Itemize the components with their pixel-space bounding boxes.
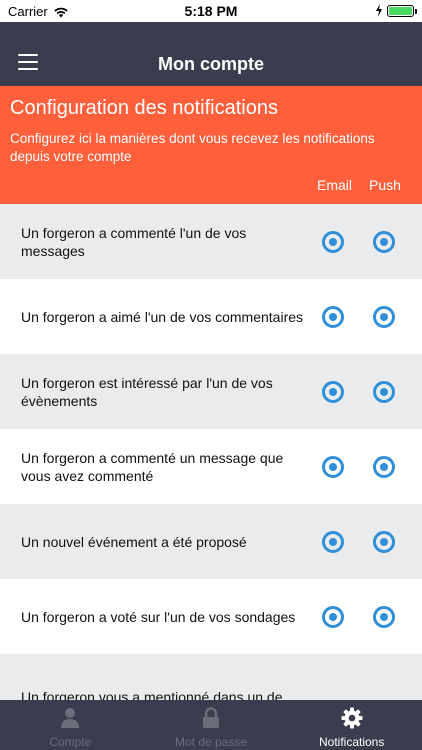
email-toggle-radio[interactable] xyxy=(322,455,344,478)
push-toggle-radio[interactable] xyxy=(373,455,395,478)
notification-settings-list[interactable]: Un forgeron a commenté l'un de vos messa… xyxy=(0,204,422,700)
page-title: Mon compte xyxy=(158,54,264,74)
notification-label: Un forgeron a commenté un message que vo… xyxy=(21,449,284,484)
email-toggle-radio[interactable] xyxy=(322,530,344,553)
notification-row: Un forgeron a voté sur l'un de vos sonda… xyxy=(0,579,422,654)
notification-label: Un forgeron a commenté l'un de vos messa… xyxy=(21,224,247,259)
push-toggle-radio[interactable] xyxy=(373,230,395,253)
config-description: Configurez ici la manières dont vous rec… xyxy=(10,131,375,164)
tab-label: Notifications xyxy=(318,735,385,749)
notification-label: Un forgeron est intéressé par l'un de vo… xyxy=(21,374,273,409)
push-toggle-radio[interactable] xyxy=(373,530,395,553)
status-bar: Carrier 5:18 PM xyxy=(0,0,422,22)
tab-label: Compte xyxy=(49,735,92,749)
status-time: 5:18 PM xyxy=(184,3,238,19)
charging-icon xyxy=(376,4,382,17)
email-toggle-radio[interactable] xyxy=(322,380,344,403)
notification-label: Un nouvel événement a été proposé xyxy=(21,533,247,550)
tab-notifications[interactable]: Notifications xyxy=(281,700,422,750)
push-toggle-radio[interactable] xyxy=(373,605,395,628)
notification-label: Un forgeron a voté sur l'un de vos sonda… xyxy=(21,608,296,625)
notification-label: Un forgeron a aimé l'un de vos commentai… xyxy=(21,308,304,325)
push-column-header: Push xyxy=(369,177,401,193)
config-title: Configuration des notifications xyxy=(10,97,278,119)
notification-row: Un forgeron est intéressé par l'un de vo… xyxy=(0,354,422,429)
notification-row: Un forgeron a commenté un message que vo… xyxy=(0,429,422,504)
notification-row: Un forgeron vous a mentionné dans un de xyxy=(0,654,422,700)
tab-mot-de-passe[interactable]: Mot de passe xyxy=(141,700,282,750)
push-toggle-radio[interactable] xyxy=(373,380,395,403)
email-toggle-radio[interactable] xyxy=(322,605,344,628)
navigation-bar: Mon compte xyxy=(0,22,422,86)
battery-icon xyxy=(387,5,417,17)
tab-bar: Compte Mot de passe Notifications xyxy=(0,700,422,750)
notification-row: Un nouvel événement a été proposé xyxy=(0,504,422,579)
notifications-config-header: Configuration des notifications Configur… xyxy=(0,86,422,204)
notification-row: Un forgeron a aimé l'un de vos commentai… xyxy=(0,279,422,354)
email-column-header: Email xyxy=(317,177,353,193)
user-icon xyxy=(61,708,80,728)
push-toggle-radio[interactable] xyxy=(373,305,395,328)
lock-icon xyxy=(203,707,219,728)
tab-compte[interactable]: Compte xyxy=(0,700,141,750)
gear-icon xyxy=(341,707,363,729)
email-toggle-radio[interactable] xyxy=(322,305,344,328)
notification-label: Un forgeron vous a mentionné dans un de xyxy=(21,689,283,700)
tab-label: Mot de passe xyxy=(174,735,248,749)
email-toggle-radio[interactable] xyxy=(322,230,344,253)
notification-row: Un forgeron a commenté l'un de vos messa… xyxy=(0,204,422,279)
